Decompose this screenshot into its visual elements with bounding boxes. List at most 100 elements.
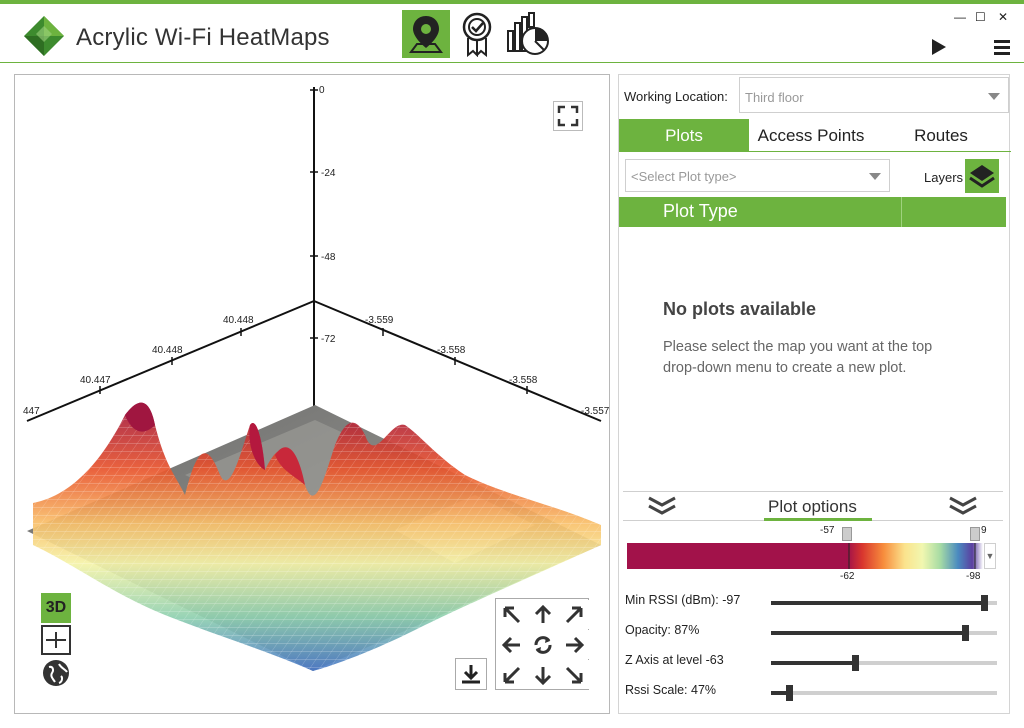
plot-options-underline [764,518,872,521]
chevron-down-icon [988,93,1000,100]
tab-access-points[interactable]: Access Points [749,119,873,152]
z-axis-slider[interactable] [771,655,997,671]
working-location-label: Working Location: [624,89,728,104]
layers-label: Layers [924,170,964,185]
heatmap-3d-viewport[interactable]: 0 -24 -48 -72 40.448 40.448 40.447 447 -… [14,74,610,714]
right-tick-2: -3.558 [509,375,538,386]
plot-list-header: Plot Type [619,197,1006,227]
title-divider [0,62,1024,63]
right-tick-3: -3.557 [581,406,609,417]
header-divider [901,197,902,227]
scale-bottom-left-label: -62 [840,571,855,582]
nav-certificate-button[interactable] [453,10,501,58]
opacity-label: Opacity: 87% [625,623,700,637]
report-chart-icon [507,12,549,55]
nav-locations-button[interactable] [402,10,450,58]
pan-up-left-button[interactable] [497,600,527,629]
pan-right-button[interactable] [559,630,589,659]
arrow-right-icon [566,636,584,653]
map-view-button[interactable] [41,658,71,688]
pan-up-right-button[interactable] [559,600,589,629]
minimize-button[interactable]: — [954,10,966,24]
plot-type-select[interactable]: <Select Plot type> [625,159,890,192]
opacity-thumb[interactable] [962,625,969,641]
arrow-down-right-icon [565,666,583,683]
left-tick-3: 447 [23,406,40,417]
z-axis-slider-row: Z Axis at level -63 [625,653,1005,673]
arrow-left-icon [502,636,520,653]
left-tick-1: 40.448 [152,345,183,356]
rssi-scale-slider[interactable] [771,685,997,701]
rssi-scale-label: Rssi Scale: 47% [625,683,717,697]
close-button[interactable]: ✕ [998,10,1008,24]
min-rssi-thumb[interactable] [981,595,988,611]
right-tick-1: -3.558 [437,345,466,356]
split-view-icon [46,632,66,648]
empty-state-title: No plots available [663,299,817,319]
min-rssi-label: Min RSSI (dBm): -97 [625,593,741,607]
z-tick-1: -24 [321,168,336,179]
left-tick-0: 40.448 [223,315,254,326]
right-axis [313,300,602,422]
app-logo-icon [24,16,64,56]
globe-icon [43,660,69,686]
hamburger-menu-icon[interactable] [994,40,1010,58]
left-tick-2: 40.447 [80,375,111,386]
navigation-pad [495,598,589,690]
tab-plots[interactable]: Plots [619,119,749,152]
right-tick-0: -3.559 [365,315,394,326]
rotate-icon [534,635,552,654]
scale-top-left-label: -57 [820,525,835,536]
scale-thumb-left[interactable] [842,527,852,541]
plot-type-column-header: Plot Type [663,201,738,221]
scale-thumb-right[interactable] [970,527,980,541]
min-rssi-slider[interactable] [771,595,997,611]
location-pin-icon [409,16,443,53]
chevron-down-icon [869,173,881,180]
reset-rotation-button[interactable] [528,630,558,659]
opacity-slider[interactable] [771,625,997,641]
rssi-scale-thumb[interactable] [786,685,793,701]
z-axis-thumb[interactable] [852,655,859,671]
expand-icon [557,105,579,127]
tab-routes[interactable]: Routes [873,119,1009,152]
pan-down-right-button[interactable] [559,660,589,689]
pan-up-button[interactable] [528,600,558,629]
layers-button[interactable] [965,159,999,193]
z-tick-3: -72 [321,334,336,345]
layers-icon [969,165,995,188]
panel-tabs: Plots Access Points Routes [619,119,1011,152]
plot-options-title[interactable]: Plot options [768,497,857,517]
opacity-slider-row: Opacity: 87% [625,623,1005,643]
title-bar: Acrylic Wi-Fi HeatMaps — ☐ ✕ [0,4,1024,62]
plot-options-divider-top [623,491,1003,492]
working-location-select[interactable]: Third floor [739,77,1009,113]
view-3d-button[interactable]: 3D [41,593,71,623]
scale-dropdown-arrow[interactable]: ▼ [984,543,996,569]
arrow-down-icon [534,666,552,685]
maximize-button[interactable]: ☐ [975,10,986,24]
download-button[interactable] [455,658,487,690]
pan-down-left-button[interactable] [497,660,527,689]
arrow-up-right-icon [565,606,583,623]
arrow-up-left-icon [503,606,521,623]
play-icon[interactable] [931,38,947,56]
pan-left-button[interactable] [497,630,527,659]
view-2d-button[interactable] [41,625,71,655]
arrow-up-icon [534,604,552,623]
z-tick-0: 0 [319,85,325,96]
left-axis [26,300,315,422]
collapse-right-chevron-icon[interactable] [948,495,978,515]
pan-down-button[interactable] [528,660,558,689]
certificate-badge-icon [462,12,492,57]
plots-panel: Working Location: Third floor Plots Acce… [618,74,1011,714]
scale-top-right-label: 9 [981,525,987,536]
rssi-scale-slider-row: Rssi Scale: 47% [625,683,1005,703]
nav-reports-button[interactable] [504,10,552,58]
z-axis-label: Z Axis at level -63 [625,653,724,667]
fullscreen-button[interactable] [553,101,583,131]
plot-type-placeholder: <Select Plot type> [631,169,737,184]
empty-state-description: Please select the map you want at the to… [663,339,933,376]
collapse-left-chevron-icon[interactable] [647,495,677,515]
arrow-down-left-icon [503,666,521,683]
